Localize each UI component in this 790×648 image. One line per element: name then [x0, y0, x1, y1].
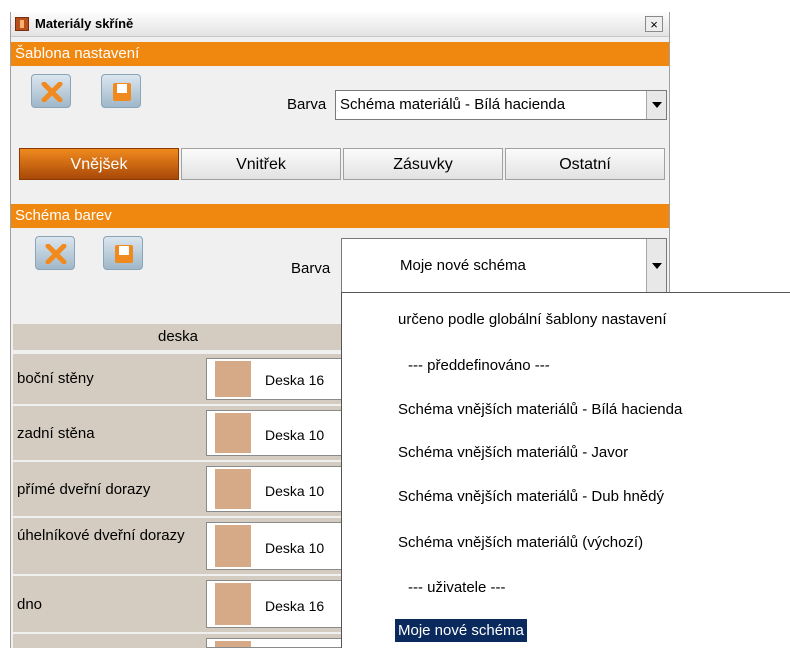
title-bar: Materiály skříně × [11, 12, 669, 37]
row-label: přímé dveřní dorazy [17, 481, 151, 498]
tab-drawers[interactable]: Zásuvky [343, 148, 503, 180]
template-section-header: Šablona nastavení [11, 42, 669, 66]
dropdown-arrow-icon[interactable] [646, 239, 666, 293]
material-cell[interactable]: Deska 16 [206, 358, 350, 400]
template-color-select[interactable]: Schéma materiálů - Bílá hacienda [335, 90, 667, 120]
delete-icon [41, 82, 63, 102]
color-swatch [215, 413, 251, 453]
table-row: zadní stěna Deska 10 [13, 406, 350, 460]
material-cell[interactable]: Deska 10 [206, 466, 350, 512]
material-cell[interactable]: Deska 10 [206, 522, 350, 570]
close-icon[interactable]: × [645, 16, 663, 32]
table-row: přímé dveřní dorazy Deska 10 [13, 462, 350, 516]
template-color-value: Schéma materiálů - Bílá hacienda [340, 96, 566, 113]
delete-icon [45, 244, 67, 264]
app-icon [15, 17, 29, 31]
template-color-label: Barva [287, 96, 327, 113]
scheme-dropdown-list: určeno podle globální šablony nastavení … [341, 292, 790, 648]
table-row [13, 634, 350, 648]
tab-other[interactable]: Ostatní [505, 148, 665, 180]
material-value: Deska 16 [265, 598, 325, 614]
scheme-save-button[interactable] [103, 236, 143, 270]
save-icon [113, 83, 131, 101]
scheme-color-select[interactable]: Moje nové schéma [341, 238, 667, 294]
template-delete-button[interactable] [31, 74, 71, 108]
dropdown-option-global-template[interactable]: určeno podle globální šablony nastavení [398, 311, 667, 328]
material-cell[interactable]: Deska 16 [206, 580, 350, 628]
dropdown-group-predefined: --- předdefinováno --- [408, 357, 550, 374]
tab-interior[interactable]: Vnitřek [181, 148, 341, 180]
color-swatch [215, 469, 251, 509]
material-value: Deska 16 [265, 372, 325, 388]
scheme-color-label: Barva [291, 260, 331, 277]
color-swatch [215, 583, 251, 625]
color-swatch [215, 361, 251, 397]
scheme-color-value: Moje nové schéma [400, 257, 526, 274]
material-value: Deska 10 [265, 483, 325, 499]
dropdown-group-user: --- uživatele --- [408, 579, 506, 596]
dropdown-option-default[interactable]: Schéma vnějších materiálů (výchozí) [398, 534, 643, 551]
scheme-section-header: Schéma barev [11, 204, 669, 228]
dropdown-arrow-icon[interactable] [646, 91, 666, 119]
dropdown-option-white-hacienda[interactable]: Schéma vnějších materiálů - Bílá haciend… [398, 401, 682, 418]
material-value: Deska 10 [265, 540, 325, 556]
row-label: zadní stěna [17, 425, 95, 442]
window-title: Materiály skříně [35, 16, 134, 31]
material-value: Deska 10 [265, 427, 325, 443]
color-swatch [215, 525, 251, 567]
table-header-board: deska [13, 324, 343, 350]
dropdown-option-maple[interactable]: Schéma vnějších materiálů - Javor [398, 444, 628, 461]
dropdown-option-brown-oak[interactable]: Schéma vnějších materiálů - Dub hnědý [398, 488, 664, 505]
color-swatch [215, 641, 251, 647]
table-row: boční stěny Deska 16 [13, 354, 350, 404]
save-icon [115, 245, 133, 263]
row-label: úhelníkové dveřní dorazy [17, 527, 185, 544]
row-label: boční stěny [17, 370, 94, 387]
material-cell[interactable] [206, 638, 350, 648]
material-cell[interactable]: Deska 10 [206, 410, 350, 456]
template-save-button[interactable] [101, 74, 141, 108]
tab-exterior[interactable]: Vnějšek [19, 148, 179, 180]
scheme-delete-button[interactable] [35, 236, 75, 270]
row-label: dno [17, 596, 43, 613]
table-row: úhelníkové dveřní dorazy Deska 10 [13, 518, 350, 574]
dropdown-option-my-new-scheme[interactable]: Moje nové schéma [395, 619, 527, 642]
table-row: dno Deska 16 [13, 576, 350, 632]
